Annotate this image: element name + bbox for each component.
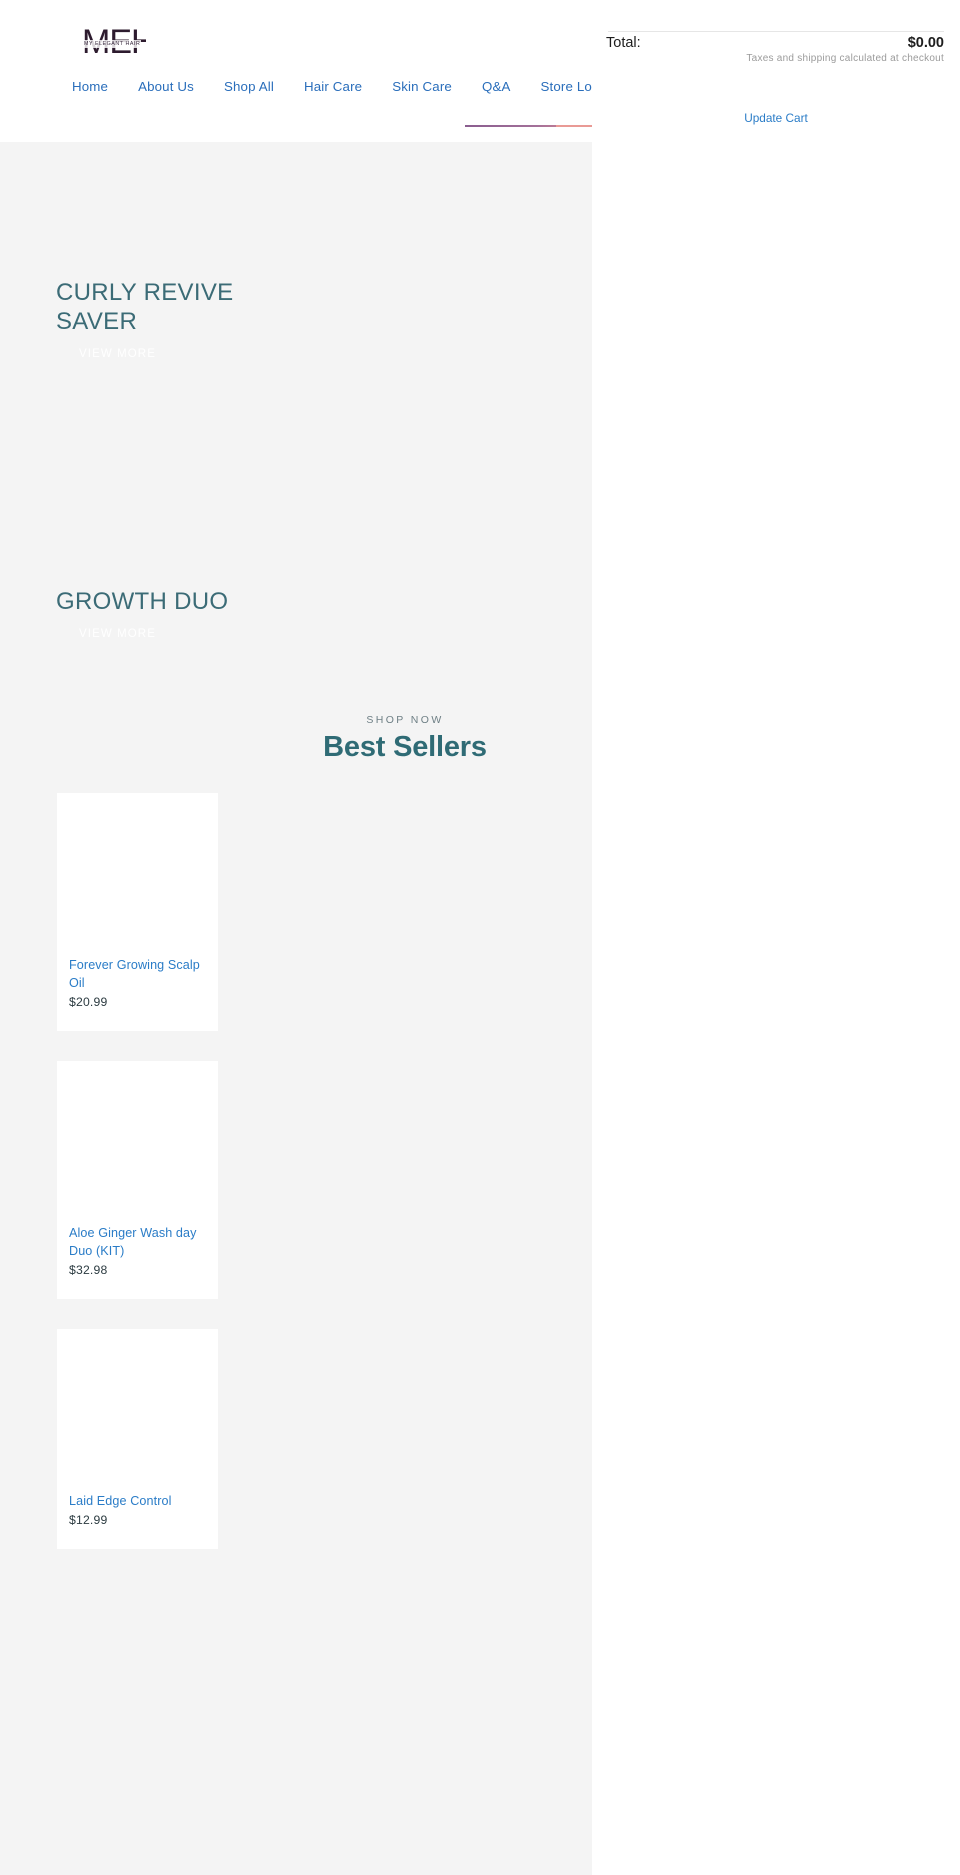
product-image <box>57 1061 218 1224</box>
cart-total-label: Total: <box>606 35 641 51</box>
logo-tagline: MY ELEGANT HAIR <box>83 40 142 48</box>
cart-tax-note: Taxes and shipping calculated at checkou… <box>746 53 944 64</box>
product-title-link[interactable]: Laid Edge Control <box>69 1492 206 1510</box>
nav-item-skin-care[interactable]: Skin Care <box>377 76 467 98</box>
product-info: Forever Growing Scalp Oil $20.99 <box>57 956 218 1031</box>
storefront-page: MEH MY ELEGANT HAIR Home About Us Shop A… <box>0 0 960 1875</box>
nav-item-qa[interactable]: Q&A <box>467 76 526 98</box>
hero-title: GROWTH DUO <box>56 588 229 615</box>
hero-view-more-link[interactable]: VIEW MORE <box>79 348 156 360</box>
product-card[interactable]: Aloe Ginger Wash day Duo (KIT) $32.98 <box>57 1061 218 1299</box>
nav-item-home[interactable]: Home <box>56 76 123 98</box>
product-image <box>57 1329 218 1492</box>
main-navigation: Home About Us Shop All Hair Care Skin Ca… <box>56 76 643 98</box>
product-title-link[interactable]: Forever Growing Scalp Oil <box>69 956 206 992</box>
product-grid: Forever Growing Scalp Oil $20.99 Aloe Gi… <box>57 793 218 1579</box>
cart-total-value: $0.00 <box>907 35 944 51</box>
hero-view-more-link[interactable]: VIEW MORE <box>79 628 156 640</box>
product-price: $32.98 <box>69 1263 108 1277</box>
product-price: $12.99 <box>69 1513 108 1527</box>
product-image <box>57 793 218 956</box>
nav-item-shop-all[interactable]: Shop All <box>209 76 289 98</box>
product-title-link[interactable]: Aloe Ginger Wash day Duo (KIT) <box>69 1224 206 1260</box>
product-card[interactable]: Forever Growing Scalp Oil $20.99 <box>57 793 218 1031</box>
update-cart-button[interactable]: Update Cart <box>592 111 960 125</box>
product-price: $20.99 <box>69 995 108 1009</box>
cart-drawer: Total: $0.00 Taxes and shipping calculat… <box>592 0 960 1875</box>
product-card[interactable]: Laid Edge Control $12.99 <box>57 1329 218 1549</box>
nav-item-about-us[interactable]: About Us <box>123 76 209 98</box>
decorative-accent-line-highlight <box>556 125 595 127</box>
hero-title: CURLY REVIVE SAVER <box>56 279 234 335</box>
site-logo[interactable]: MEH MY ELEGANT HAIR <box>82 26 146 60</box>
cart-divider <box>608 31 944 32</box>
product-info: Aloe Ginger Wash day Duo (KIT) $32.98 <box>57 1224 218 1299</box>
cart-total-row: Total: $0.00 <box>606 35 944 51</box>
product-info: Laid Edge Control $12.99 <box>57 1492 218 1549</box>
nav-item-hair-care[interactable]: Hair Care <box>289 76 377 98</box>
